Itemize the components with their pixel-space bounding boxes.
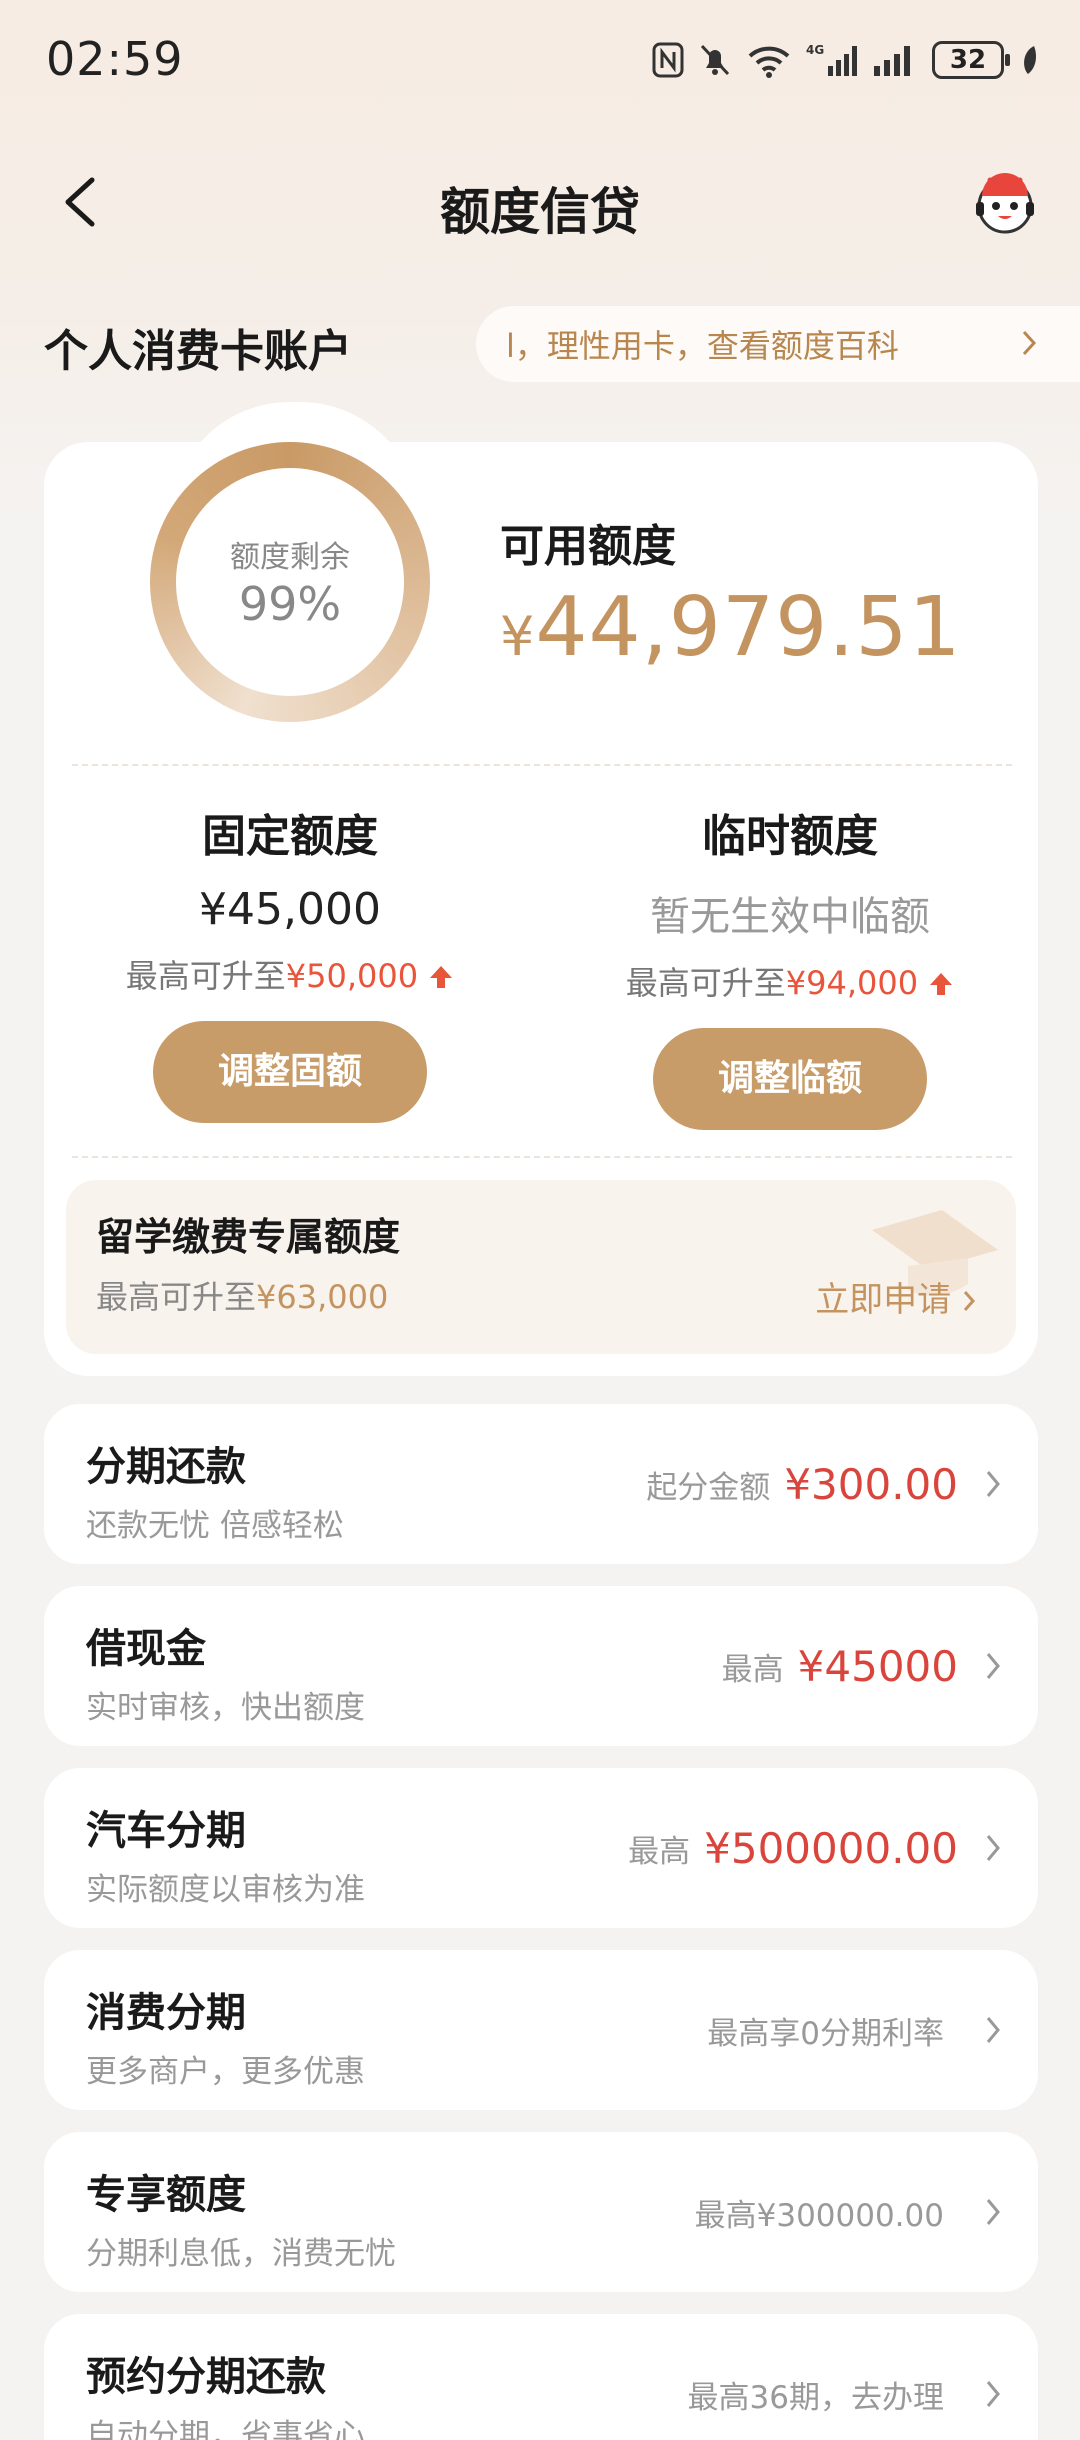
list-item-scheduled-installment[interactable]: 预约分期还款 自动分期，省事省心 最高36期，去办理 — [44, 2314, 1038, 2440]
leaf-icon — [1024, 46, 1036, 74]
status-time: 02:59 — [46, 32, 184, 86]
study-abroad-credit-banner[interactable]: 留学缴费专属额度 最高可升至¥63,000 立即申请 — [66, 1180, 1016, 1354]
nav-bar: 额度信贷 — [0, 150, 1080, 260]
arrow-up-icon — [930, 973, 953, 995]
chevron-right-icon — [986, 2199, 1000, 2225]
list-item-exclusive-credit[interactable]: 专享额度 分期利息低，消费无忧 最高¥300000.00 — [44, 2132, 1038, 2292]
adjust-temp-credit-button[interactable]: 调整临额 — [653, 1028, 927, 1130]
divider — [72, 764, 1012, 766]
mascot-service-icon[interactable] — [970, 168, 1040, 238]
divider — [72, 1156, 1012, 1158]
credit-tips-banner[interactable]: l，理性用卡，查看额度百科 — [476, 306, 1080, 382]
study-credit-amount: ¥63,000 — [256, 1278, 389, 1316]
status-icons: 4G 32 — [652, 38, 1040, 82]
temp-credit-title: 临时额度 — [702, 811, 878, 862]
page-title: 额度信贷 — [440, 183, 640, 241]
study-credit-limit: 最高可升至¥63,000 — [96, 1278, 389, 1316]
list-item-installment-repayment[interactable]: 分期还款 还款无忧 倍感轻松 起分金额 ¥300.00 — [44, 1404, 1038, 1564]
chevron-right-icon — [986, 1653, 1000, 1679]
account-title: 个人消费卡账户 — [44, 326, 352, 377]
available-credit-amount: ¥44,979.51 — [500, 580, 962, 675]
available-credit-label: 可用额度 — [500, 521, 676, 572]
list-item-consumer-installment[interactable]: 消费分期 更多商户，更多优惠 最高享0分期利率 — [44, 1950, 1038, 2110]
temp-credit-upgrade: 最高可升至¥94,000 — [560, 958, 1020, 1004]
remaining-percent: 99% — [238, 577, 342, 631]
arrow-up-icon — [430, 966, 453, 988]
status-bar: 02:59 4G 32 — [0, 0, 1080, 120]
chevron-right-icon — [986, 1471, 1000, 1497]
study-credit-title: 留学缴费专属额度 — [96, 1215, 401, 1259]
temp-credit-value: 暂无生效中临额 — [650, 894, 930, 940]
svg-text:4G: 4G — [806, 43, 824, 57]
signal-4g-icon: 4G — [806, 43, 857, 76]
fixed-credit-section: 固定额度 ¥45,000 最高可升至¥50,000 调整固额 — [60, 800, 520, 1123]
temp-upgrade-amount: ¥94,000 — [785, 964, 919, 1002]
signal-icon — [874, 46, 910, 76]
available-amount-value: 44,979.51 — [535, 580, 962, 675]
apply-now-link[interactable]: 立即申请 — [815, 1272, 976, 1321]
battery-icon: 32 — [932, 41, 1010, 79]
list-item-car-installment[interactable]: 汽车分期 实际额度以审核为准 最高 ¥500000.00 — [44, 1768, 1038, 1928]
temp-credit-section: 临时额度 暂无生效中临额 最高可升至¥94,000 调整临额 — [560, 800, 1020, 1130]
adjust-fixed-credit-button[interactable]: 调整固额 — [153, 1021, 427, 1123]
chevron-right-icon — [1022, 330, 1037, 356]
nfc-icon — [652, 42, 684, 78]
chevron-right-icon — [986, 2381, 1000, 2407]
chevron-right-icon — [963, 1291, 976, 1311]
chevron-right-icon — [986, 2017, 1000, 2043]
tips-text: l，理性用卡，查看额度百科 — [506, 327, 899, 365]
fixed-credit-value: ¥45,000 — [199, 884, 381, 935]
remaining-label: 额度剩余 — [230, 540, 350, 575]
fixed-credit-upgrade: 最高可升至¥50,000 — [60, 951, 520, 997]
chevron-right-icon — [986, 1835, 1000, 1861]
currency-symbol: ¥ — [500, 605, 536, 668]
fixed-upgrade-amount: ¥50,000 — [285, 957, 419, 995]
list-item-cash-loan[interactable]: 借现金 实时审核，快出额度 最高 ¥45000 — [44, 1586, 1038, 1746]
wifi-icon — [748, 46, 790, 78]
remaining-ratio-ring: 额度剩余 99% — [150, 442, 430, 722]
fixed-credit-title: 固定额度 — [202, 811, 378, 862]
bell-muted-icon — [700, 44, 730, 76]
